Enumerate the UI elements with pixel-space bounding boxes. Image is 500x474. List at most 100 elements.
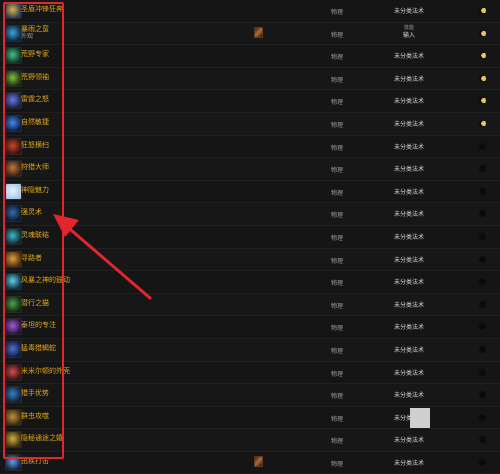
spell-name-link[interactable]: 群虫攻噬 bbox=[21, 412, 49, 420]
status-dot-icon bbox=[479, 187, 486, 195]
status-dot-icon bbox=[479, 368, 486, 376]
spell-name: 猎手优势 bbox=[21, 389, 49, 398]
hunt-icon bbox=[5, 160, 22, 178]
spell-school: 物理 bbox=[331, 144, 344, 152]
spell-name-link[interactable]: 迅疾打击 bbox=[21, 457, 49, 465]
status-dot-icon bbox=[479, 391, 486, 399]
spell-row[interactable]: 荒野领袖 物理 未分类法术 bbox=[0, 67, 500, 91]
spell-type: 未分类法术 bbox=[393, 75, 424, 83]
moon-icon bbox=[479, 97, 486, 105]
moon-icon bbox=[479, 29, 486, 37]
spell-name: 圣盾冲锋狂奔 bbox=[21, 5, 63, 13]
spell-row[interactable]: 寻路者 物理 未分类法术 bbox=[0, 248, 500, 272]
spell-type-label: 输入 bbox=[402, 31, 415, 39]
wild-icon bbox=[5, 47, 22, 65]
spell-row[interactable]: 猎手优势 物理 未分类法术 bbox=[0, 384, 500, 407]
crossed-arrows-icon bbox=[5, 431, 22, 449]
spell-name-link[interactable]: 雷霆之怒 bbox=[21, 95, 49, 103]
spell-school: 物理 bbox=[331, 280, 344, 288]
spell-row[interactable]: 自然敏捷 物理 未分类法术 bbox=[0, 112, 500, 136]
flag-icon bbox=[5, 2, 22, 19]
spell-type: 未分类法术 bbox=[393, 301, 424, 309]
spell-name-link[interactable]: 荒野领袖 bbox=[21, 73, 49, 81]
leader-icon bbox=[5, 69, 22, 87]
spell-school: 物理 bbox=[331, 76, 344, 84]
shell-icon bbox=[5, 363, 22, 381]
spell-name-link[interactable]: 自然敏捷 bbox=[21, 118, 49, 126]
spell-name-link[interactable]: 潜行之猫 bbox=[21, 299, 49, 307]
spell-name-link[interactable]: 寻路者 bbox=[21, 254, 42, 262]
spell-row[interactable]: 狂怒横扫 物理 未分类法术 bbox=[0, 135, 500, 159]
spell-name: 风暴之神的鼓动 bbox=[21, 276, 70, 285]
spell-name: 泰坦的专注 bbox=[21, 321, 56, 330]
spell-name-link[interactable]: 猎手优势 bbox=[21, 389, 49, 397]
spell-row[interactable]: 荒野专家 物理 未分类法术 bbox=[0, 45, 500, 68]
spell-row[interactable]: 潜行之猫 物理 未分类法术 bbox=[0, 293, 500, 317]
spell-name: 狂怒横扫 bbox=[21, 140, 49, 149]
spell-type: 未分类法术 bbox=[393, 279, 424, 287]
spell-row[interactable]: 雷霆之怒 物理 未分类法术 bbox=[0, 90, 500, 113]
spell-school: 物理 bbox=[331, 9, 344, 16]
status-dot-icon bbox=[479, 323, 486, 331]
spell-type: 未分类法术 bbox=[393, 143, 424, 151]
status-dot-icon bbox=[479, 210, 486, 218]
status-dot-icon bbox=[479, 458, 486, 466]
reagent-icon[interactable] bbox=[254, 26, 263, 38]
spell-name-link[interactable]: 狂怒横扫 bbox=[21, 141, 49, 149]
placeholder-block bbox=[410, 408, 430, 428]
spell-school: 物理 bbox=[331, 189, 344, 197]
spell-name-link[interactable]: 神隐魅力 bbox=[21, 186, 49, 194]
spell-name: 迅疾打击 bbox=[21, 456, 49, 465]
spell-row[interactable]: 泰坦的专注 物理 未分类法术 bbox=[0, 316, 500, 339]
spell-name-link[interactable]: 暴雨之蛮 外观 bbox=[21, 25, 49, 40]
spell-row[interactable]: 强灵术 物理 未分类法术 bbox=[0, 203, 500, 226]
spell-school: 物理 bbox=[331, 438, 344, 446]
status-dot-icon bbox=[479, 278, 486, 286]
status-dot-icon bbox=[479, 300, 486, 308]
spell-row[interactable]: 隐秘通途之嬉 物理 未分类法术 bbox=[0, 429, 500, 452]
spell-name: 荒野专家 bbox=[21, 50, 49, 59]
spell-name-link[interactable]: 圣盾冲锋狂奔 bbox=[21, 5, 63, 13]
moon-icon bbox=[479, 119, 486, 127]
spell-type: 未分类法术 bbox=[393, 120, 424, 128]
spell-name: 强灵术 bbox=[21, 208, 42, 217]
storm-icon bbox=[5, 24, 22, 42]
status-dot-icon bbox=[479, 413, 486, 421]
spell-name-link[interactable]: 荒野专家 bbox=[21, 50, 49, 58]
spell-name-link[interactable]: 米米尔顿的外壳 bbox=[21, 367, 70, 375]
spell-name-link[interactable]: 泰坦的专注 bbox=[21, 321, 56, 329]
spell-name-link[interactable]: 风暴之神的鼓动 bbox=[21, 276, 70, 284]
swarm-icon bbox=[5, 408, 22, 426]
spell-school: 物理 bbox=[331, 325, 344, 333]
spell-school: 物理 bbox=[331, 415, 344, 423]
spell-school: 物理 bbox=[331, 302, 344, 310]
spell-name: 自然敏捷 bbox=[21, 117, 49, 126]
status-dot-icon bbox=[479, 345, 486, 353]
spell-row[interactable]: 圣盾冲锋狂奔物理 未分类法术 bbox=[0, 0, 500, 23]
spell-row[interactable]: 风暴之神的鼓动物理 未分类法术 bbox=[0, 271, 500, 294]
cat-icon bbox=[5, 295, 22, 313]
spell-type: 未分类法术 bbox=[393, 8, 424, 15]
spell-name-link[interactable]: 灵魂联结 bbox=[21, 231, 49, 239]
spell-type: 未分类法术 bbox=[393, 211, 424, 219]
spell-row[interactable]: 米米尔顿的外壳 物理 未分类法术 bbox=[0, 361, 500, 385]
spell-row[interactable]: 狩猎大师 物理 未分类法术 bbox=[0, 158, 500, 181]
spell-name-link[interactable]: 猛毒猎蝎蛇 bbox=[21, 344, 56, 352]
spell-row[interactable]: 灵魂联结 物理 未分类法术 bbox=[0, 225, 500, 249]
spell-row[interactable]: 神隐魅力 物理 未分类法术 bbox=[0, 180, 500, 204]
spell-row[interactable]: 暴雨之蛮 外观 物理 技能 输入 bbox=[0, 22, 500, 46]
spell-row[interactable]: 猛毒猎蝎蛇 物理 未分类法术 bbox=[0, 338, 500, 362]
spell-name-link[interactable]: 隐秘通途之嬉 bbox=[21, 434, 63, 442]
spell-type: 未分类法术 bbox=[393, 346, 424, 354]
spell-type: 未分类法术 bbox=[393, 188, 424, 196]
spell-school: 物理 bbox=[331, 234, 344, 242]
pathfinder-icon bbox=[5, 250, 22, 268]
spell-type: 未分类法术 bbox=[393, 256, 424, 264]
serpent-icon bbox=[5, 340, 22, 358]
spell-name: 荒野领袖 bbox=[21, 72, 49, 81]
reagent-icon[interactable] bbox=[254, 455, 263, 467]
spell-name: 暴雨之蛮 bbox=[21, 24, 49, 33]
spell-subtext: 外观 bbox=[21, 32, 34, 40]
spell-name-link[interactable]: 强灵术 bbox=[21, 208, 42, 216]
spell-name-link[interactable]: 狩猎大师 bbox=[21, 163, 49, 171]
